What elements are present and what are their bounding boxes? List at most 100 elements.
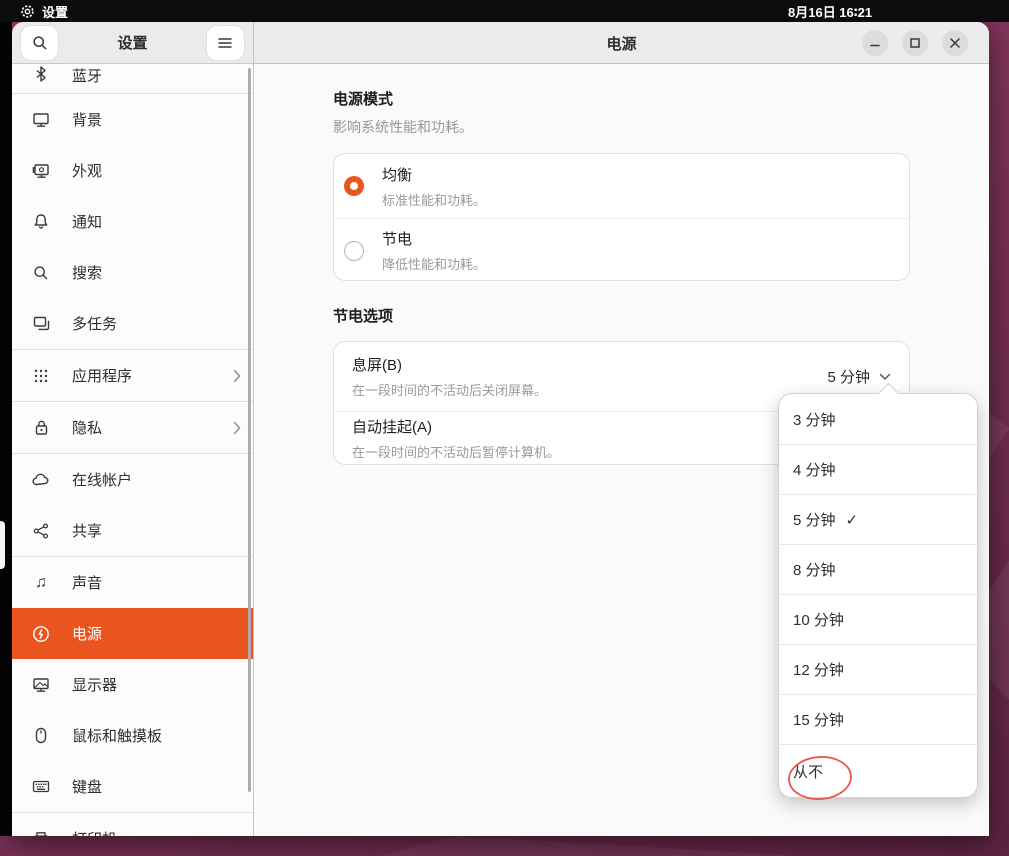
screen-edge-handle[interactable] [0,521,5,569]
sidebar-item-keyboard[interactable]: 键盘 [12,761,253,812]
power-mode-option-power-saver[interactable]: 节电 降低性能和功耗。 [334,218,909,281]
sidebar-item-search[interactable]: 搜索 [12,247,253,298]
close-icon [950,38,960,48]
radio-unselected-icon[interactable] [344,241,364,261]
hamburger-menu-icon [218,37,232,49]
sidebar-item-label: 通知 [72,211,102,232]
sidebar-item-applications[interactable]: 应用程序 [12,350,253,401]
sidebar-scrollbar[interactable] [248,68,251,792]
menu-item-label: 10 分钟 [793,609,844,630]
row-label: 自动挂起(A) [352,416,560,437]
sidebar-item-sound[interactable]: ♫ 声音 [12,557,253,608]
screen-edge-shadow [0,22,12,836]
power-settings-page: 电源模式 影响系统性能和功耗。 均衡 标准性能和功耗。 节电 降低性能和功耗。 … [254,64,989,836]
sidebar-item-sharing[interactable]: 共享 [12,505,253,556]
chevron-right-icon [233,421,241,435]
option-description: 降低性能和功耗。 [382,254,486,273]
sidebar-header: 设置 [12,22,253,64]
sidebar-nav-list: 蓝牙 背景 外观 通知 [12,64,253,836]
sidebar-item-label: 共享 [72,520,102,541]
minimize-button[interactable] [862,30,888,56]
search-icon [32,35,48,51]
app-grid-icon [32,367,50,385]
sidebar-item-label: 鼠标和触摸板 [72,725,162,746]
sidebar-item-label: 外观 [72,160,102,181]
power-mode-section-title: 电源模式 [333,88,393,109]
row-description: 在一段时间的不活动后暂停计算机。 [352,442,560,461]
sidebar-item-displays[interactable]: 显示器 [12,659,253,710]
maximize-button[interactable] [902,30,928,56]
cloud-icon [32,471,50,489]
system-top-bar: 设置 8月16日 16∶21 [0,0,1009,22]
sidebar-item-label: 蓝牙 [72,65,102,86]
content-headerbar[interactable]: 电源 [254,22,989,64]
menu-item-8-min[interactable]: 8 分钟 [779,544,977,594]
keyboard-icon [32,778,50,796]
row-label: 息屏(B) [352,354,547,375]
menu-item-label: 8 分钟 [793,559,836,580]
menu-item-3-min[interactable]: 3 分钟 [779,394,977,444]
sidebar-item-privacy[interactable]: 隐私 [12,402,253,453]
power-mode-card: 均衡 标准性能和功耗。 节电 降低性能和功耗。 [333,153,910,281]
window-controls [862,30,968,56]
menu-item-4-min[interactable]: 4 分钟 [779,444,977,494]
power-mode-option-balanced[interactable]: 均衡 标准性能和功耗。 [334,154,909,218]
printer-icon [32,830,50,837]
settings-gear-icon [20,4,35,19]
sidebar-item-power[interactable]: 电源 [12,608,253,659]
sidebar-item-label: 应用程序 [72,365,132,386]
radio-selected-icon[interactable] [344,176,364,196]
wallpaper-facet [380,836,800,856]
menu-item-label: 15 分钟 [793,709,844,730]
screen-blank-dropdown[interactable]: 5 分钟 [827,366,891,387]
close-button[interactable] [942,30,968,56]
lock-icon [32,419,50,437]
mouse-icon [32,727,50,745]
sidebar-title: 设置 [117,32,147,53]
sidebar-item-label: 键盘 [72,776,102,797]
screen-blank-dropdown-menu: 3 分钟 4 分钟 5 分钟 ✓ 8 分钟 10 分钟 12 分钟 15 分钟 [778,393,978,798]
power-mode-section-subtitle: 影响系统性能和功耗。 [333,117,473,137]
sidebar-item-online-accounts[interactable]: 在线帐户 [12,454,253,505]
check-icon: ✓ [846,511,859,529]
sidebar-item-label: 搜索 [72,262,102,283]
sidebar-item-label: 背景 [72,109,102,130]
sidebar-item-notifications[interactable]: 通知 [12,196,253,247]
primary-menu-button[interactable] [207,26,244,60]
sidebar-item-label: 显示器 [72,674,117,695]
sidebar-item-appearance[interactable]: 外观 [12,145,253,196]
chevron-right-icon [233,369,241,383]
menu-item-5-min[interactable]: 5 分钟 ✓ [779,494,977,544]
option-label: 节电 [382,228,486,249]
sidebar-item-label: 多任务 [72,313,117,334]
menu-item-12-min[interactable]: 12 分钟 [779,644,977,694]
bluetooth-icon [32,65,50,83]
menu-item-10-min[interactable]: 10 分钟 [779,594,977,644]
menu-item-label: 3 分钟 [793,409,836,430]
sidebar-item-multitasking[interactable]: 多任务 [12,298,253,349]
music-note-icon: ♫ [32,574,50,592]
option-label: 均衡 [382,164,486,185]
sidebar-item-label: 隐私 [72,417,102,438]
sidebar-item-label: 电源 [72,623,102,644]
row-description: 在一段时间的不活动后关闭屏幕。 [352,380,547,399]
power-saving-section-title: 节电选项 [333,305,393,326]
topbar-active-app[interactable]: 设置 [20,0,68,22]
topbar-app-label: 设置 [42,2,68,21]
power-icon [32,625,50,643]
sidebar-item-label: 打印机 [72,828,117,836]
display-background-icon [32,111,50,129]
menu-item-15-min[interactable]: 15 分钟 [779,694,977,744]
bell-icon [32,213,50,231]
topbar-clock[interactable]: 8月16日 16∶21 [788,0,872,22]
menu-item-label: 从不 [793,761,823,782]
sidebar-item-bluetooth[interactable]: 蓝牙 [12,64,253,93]
multitasking-icon [32,315,50,333]
search-button[interactable] [21,26,58,60]
search-icon [32,264,50,282]
sidebar-item-printers[interactable]: 打印机 [12,813,253,836]
sidebar-item-background[interactable]: 背景 [12,94,253,145]
sidebar-item-mouse-touchpad[interactable]: 鼠标和触摸板 [12,710,253,761]
settings-window: 设置 蓝牙 背景 [12,22,989,836]
menu-item-never[interactable]: 从不 [779,744,977,797]
